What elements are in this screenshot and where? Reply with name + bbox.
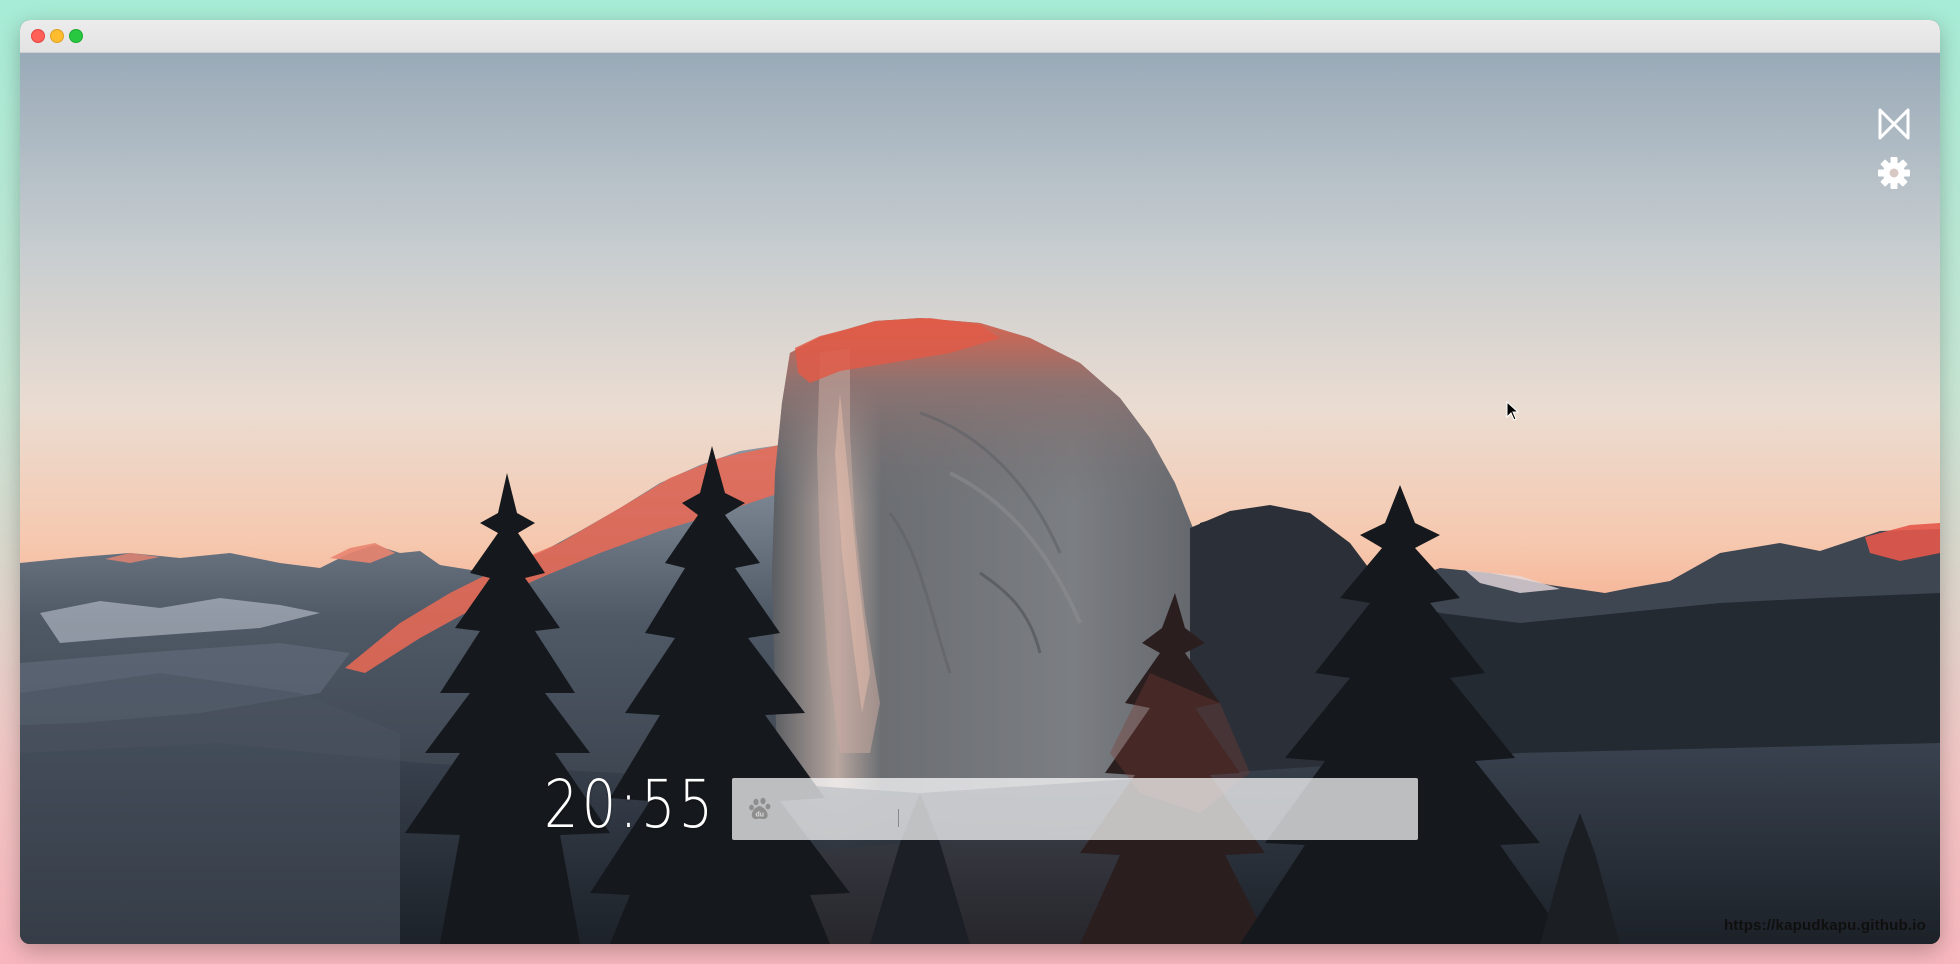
text-caret <box>898 809 899 827</box>
clock-time: 20:55 <box>544 766 717 843</box>
mouse-cursor-icon <box>1506 401 1520 421</box>
new-tab-page: 20:55 du https://kapudkapu.github.io <box>20 53 1940 944</box>
search-box[interactable]: du <box>732 778 1418 842</box>
gear-icon[interactable] <box>1876 155 1912 191</box>
svg-text:du: du <box>756 812 765 819</box>
search-input[interactable] <box>784 778 1408 842</box>
browser-window: 20:55 du https://kapudkapu.github.io <box>20 20 1940 944</box>
window-maximize-button[interactable] <box>69 29 83 43</box>
baidu-paw-icon[interactable]: du <box>748 796 774 822</box>
window-titlebar <box>20 20 1940 53</box>
window-close-button[interactable] <box>31 29 45 43</box>
window-minimize-button[interactable] <box>50 29 64 43</box>
footer-site-link[interactable]: https://kapudkapu.github.io <box>1724 917 1926 934</box>
bowtie-logo-icon[interactable] <box>1876 106 1912 142</box>
